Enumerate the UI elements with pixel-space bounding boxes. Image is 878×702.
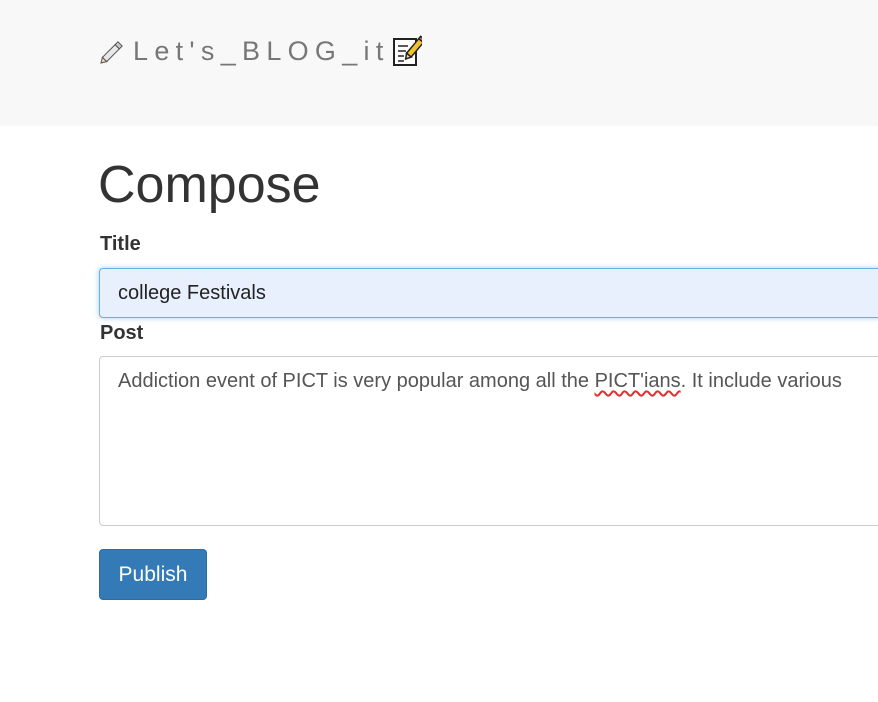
post-label: Post xyxy=(100,322,144,344)
navbar: Let's_BLOG_it xyxy=(0,0,878,126)
post-text-misspelled: PICT'ians xyxy=(594,370,681,392)
post-textarea[interactable]: Addiction event of PICT is very popular … xyxy=(99,356,878,526)
page-title: Compose xyxy=(98,156,321,214)
brand-text: Let's_BLOG_it xyxy=(133,35,390,66)
brand-link[interactable]: Let's_BLOG_it xyxy=(99,34,422,68)
post-text-end: . It include various xyxy=(680,370,842,392)
post-text-start: Addiction event of PICT is very popular … xyxy=(118,370,595,392)
title-input[interactable] xyxy=(99,268,878,318)
publish-button[interactable]: Publish xyxy=(99,549,207,600)
title-label: Title xyxy=(100,233,141,255)
memo-icon xyxy=(390,35,422,67)
pencil-icon xyxy=(99,37,127,65)
